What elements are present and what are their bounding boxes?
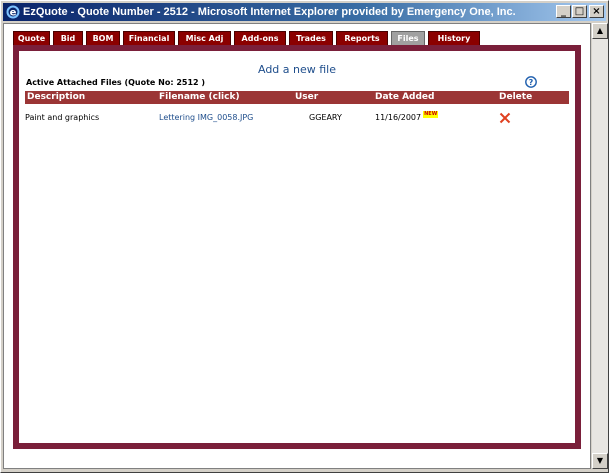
minimize-button[interactable]: _ <box>556 5 571 18</box>
files-panel: Add a new file Active Attached Files (Qu… <box>13 45 581 449</box>
tab-reports[interactable]: Reports <box>336 31 388 45</box>
tab-misc-adj[interactable]: Misc Adj <box>178 31 231 45</box>
col-user: User <box>295 92 319 102</box>
ie-icon: e <box>6 5 20 19</box>
date-value: 11/16/2007 <box>375 113 422 122</box>
browser-window: e EzQuote - Quote Number - 2512 - Micros… <box>0 0 609 473</box>
tab-quote[interactable]: Quote <box>13 31 50 45</box>
files-table-header: Description Filename (click) User Date A… <box>25 91 569 104</box>
col-description: Description <box>27 92 86 102</box>
file-name-link[interactable]: Lettering IMG_0058.JPG <box>159 111 253 125</box>
col-delete: Delete <box>499 92 533 102</box>
tab-financial[interactable]: Financial <box>123 31 175 45</box>
file-user: GGEARY <box>309 113 342 122</box>
tab-files[interactable]: Files <box>391 31 425 45</box>
new-badge: NEW <box>423 111 439 118</box>
tab-trades[interactable]: Trades <box>289 31 333 45</box>
delete-x-icon[interactable] <box>499 112 511 124</box>
col-filename: Filename (click) <box>159 92 240 102</box>
col-date-added: Date Added <box>375 92 435 102</box>
table-row: Paint and graphics Lettering IMG_0058.JP… <box>25 111 569 125</box>
svg-text:e: e <box>10 8 17 19</box>
tab-history[interactable]: History <box>428 31 480 45</box>
tab-add-ons[interactable]: Add-ons <box>234 31 286 45</box>
file-date-added: 11/16/2007 NEW <box>375 111 439 125</box>
files-panel-body: Add a new file Active Attached Files (Qu… <box>19 51 575 443</box>
file-description: Paint and graphics <box>25 113 100 122</box>
tab-bid[interactable]: Bid <box>53 31 83 45</box>
svg-text:?: ? <box>529 78 534 87</box>
maximize-button[interactable]: □ <box>572 5 587 18</box>
window-title: EzQuote - Quote Number - 2512 - Microsof… <box>23 6 516 18</box>
close-button[interactable]: × <box>589 5 604 18</box>
scroll-up-button[interactable]: ▲ <box>592 23 608 39</box>
tab-bom[interactable]: BOM <box>86 31 120 45</box>
section-title: Active Attached Files (Quote No: 2512 ) <box>26 78 206 87</box>
add-new-file-link[interactable]: Add a new file <box>19 63 575 76</box>
title-bar[interactable]: e EzQuote - Quote Number - 2512 - Micros… <box>3 3 606 21</box>
scroll-down-button[interactable]: ▼ <box>592 453 608 469</box>
help-question-icon[interactable]: ? <box>525 76 537 88</box>
tab-bar: Quote Bid BOM Financial Misc Adj Add-ons… <box>13 31 480 45</box>
vertical-scrollbar[interactable]: ▲ ▼ <box>592 23 608 469</box>
